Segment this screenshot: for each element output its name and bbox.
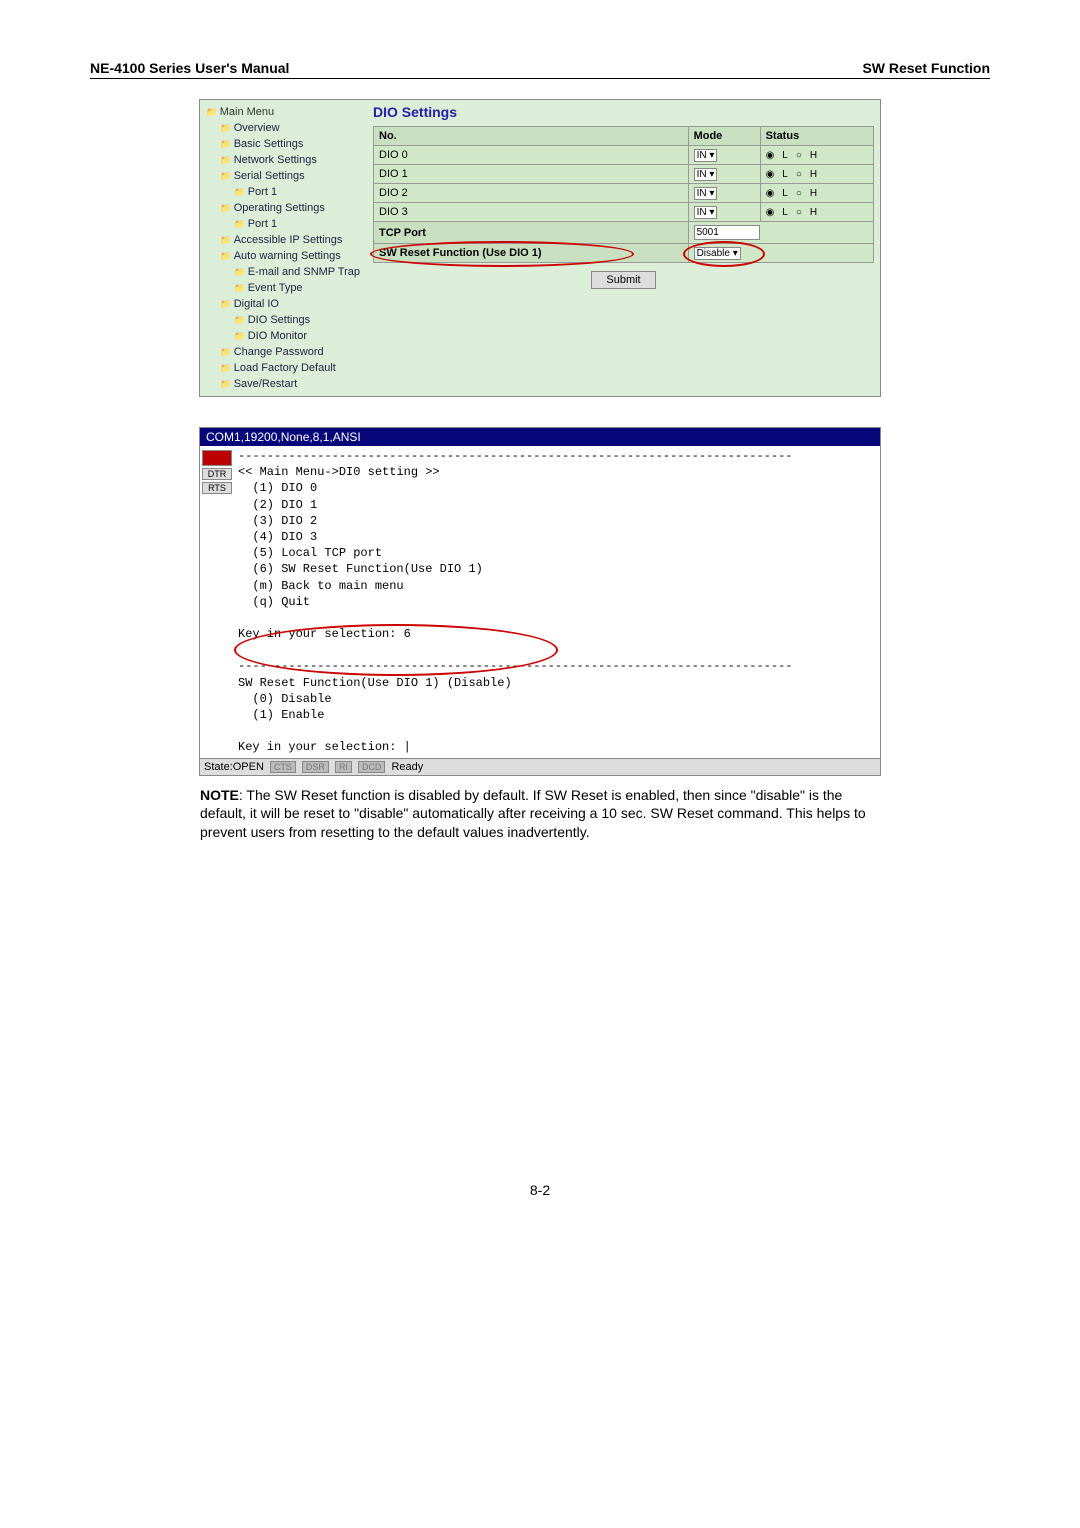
dsr-pill: DSR [302,761,329,773]
status-radio[interactable]: ◉L ○H [766,207,818,218]
note-paragraph: NOTE: The SW Reset function is disabled … [200,786,880,843]
header-right: SW Reset Function [862,60,990,76]
cts-pill: CTS [270,761,296,773]
nav-item[interactable]: Change Password [206,344,361,360]
tcp-port-input[interactable] [694,225,760,240]
table-row: DIO 0 IN ▾ ◉L ○H [374,146,874,165]
terminal-output: ----------------------------------------… [234,446,880,758]
nav-item[interactable]: DIO Monitor [206,328,361,344]
nav-item[interactable]: Load Factory Default [206,360,361,376]
terminal-statusbar: State:OPEN CTS DSR RI DCD Ready [200,758,880,775]
terminal-screenshot: COM1,19200,None,8,1,ANSI DTR RTS -------… [199,427,881,776]
dio-table: No. Mode Status DIO 0 IN ▾ ◉L ○H DIO 1 I… [373,126,874,263]
nav-item[interactable]: Network Settings [206,152,361,168]
nav-item[interactable]: DIO Settings [206,312,361,328]
nav-item[interactable]: Overview [206,120,361,136]
ready-label: Ready [391,761,423,773]
table-row: DIO 1 IN ▾ ◉L ○H [374,165,874,184]
dio-title: DIO Settings [373,104,874,120]
mode-select[interactable]: IN ▾ [694,149,718,162]
status-radio[interactable]: ◉L ○H [766,188,818,199]
status-radio[interactable]: ◉L ○H [766,150,818,161]
nav-item[interactable]: Port 1 [206,216,361,232]
nav-item[interactable]: Accessible IP Settings [206,232,361,248]
tcp-row: TCP Port [374,222,874,244]
dcd-pill: DCD [358,761,386,773]
nav-item[interactable]: E-mail and SNMP Trap [206,264,361,280]
submit-button[interactable]: Submit [591,271,655,289]
mode-select[interactable]: IN ▾ [694,168,718,181]
nav-tree: Main Menu Overview Basic Settings Networ… [200,100,367,396]
mode-select[interactable]: IN ▾ [694,187,718,200]
nav-item[interactable]: Port 1 [206,184,361,200]
mode-select[interactable]: IN ▾ [694,206,718,219]
table-row: DIO 2 IN ▾ ◉L ○H [374,184,874,203]
terminal-sidebar: DTR RTS [200,446,234,758]
rts-button[interactable]: RTS [202,482,232,494]
col-no: No. [374,127,689,146]
state-label: State:OPEN [204,761,264,773]
sw-reset-select[interactable]: Disable ▾ [694,247,741,260]
nav-item[interactable]: Digital IO [206,296,361,312]
ri-pill: RI [335,761,352,773]
nav-item[interactable]: Save/Restart [206,376,361,392]
page-number: 8-2 [90,1182,990,1198]
nav-item[interactable]: Event Type [206,280,361,296]
status-radio[interactable]: ◉L ○H [766,169,818,180]
table-row: DIO 3 IN ▾ ◉L ○H [374,203,874,222]
web-config-screenshot: Main Menu Overview Basic Settings Networ… [199,99,881,397]
terminal-title: COM1,19200,None,8,1,ANSI [200,428,880,446]
col-mode: Mode [688,127,760,146]
nav-root[interactable]: Main Menu [206,104,361,120]
nav-item[interactable]: Basic Settings [206,136,361,152]
col-status: Status [760,127,873,146]
header-left: NE-4100 Series User's Manual [90,60,289,76]
led-icon [202,450,232,466]
sw-reset-row: SW Reset Function (Use DIO 1) Disable ▾ [374,244,874,263]
nav-item[interactable]: Serial Settings [206,168,361,184]
dtr-button[interactable]: DTR [202,468,232,480]
nav-item[interactable]: Operating Settings [206,200,361,216]
nav-item[interactable]: Auto warning Settings [206,248,361,264]
